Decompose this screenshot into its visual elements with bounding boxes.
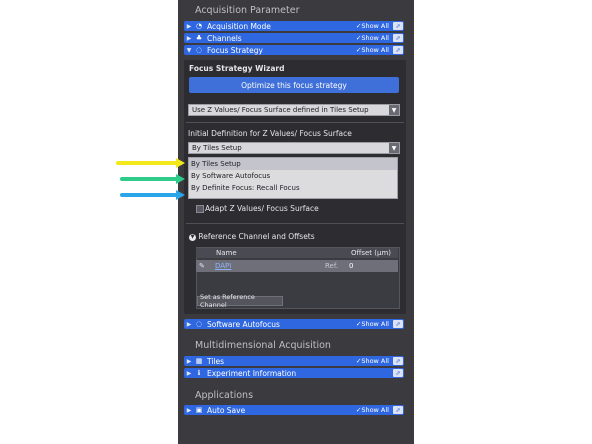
focus-strategy-select[interactable]: Use Z Values/ Focus Surface defined in T… [188,104,400,116]
reference-channel-header[interactable]: ▼ Reference Channel and Offsets [189,232,315,241]
external-window-icon[interactable]: ⇗ [393,406,403,414]
yellow-arrow-head [176,158,185,168]
chevron-down-icon: ▼ [186,46,192,54]
show-all-toggle[interactable]: ✓Show All [356,34,393,42]
channels-label: Channels [207,33,242,43]
optimize-focus-strategy-button[interactable]: Optimize this focus strategy [189,77,399,93]
blue-arrow [120,193,178,197]
initial-definition-label: Initial Definition for Z Values/ Focus S… [188,129,352,138]
option-by-software-autofocus[interactable]: By Software Autofocus [189,170,397,182]
acquisition-mode-bar[interactable]: ▶ ◔ Acquisition Mode ✓Show All ⇗ [184,21,404,31]
auto-save-bar[interactable]: ▶ ▣ Auto Save ✓Show All ⇗ [184,405,404,415]
option-by-tiles-setup[interactable]: By Tiles Setup [189,158,397,170]
dropdown-arrow-icon: ▼ [389,143,399,153]
yellow-arrow [116,161,178,165]
green-arrow [120,177,178,181]
autofocus-icon: ◌ [195,320,203,328]
collapse-circle-icon: ▼ [189,233,196,241]
initial-definition-select-value: By Tiles Setup [192,144,242,152]
chevron-right-icon: ▶ [186,406,192,414]
experiment-information-bar[interactable]: ▶ ℹ Experiment Information ⇗ [184,368,404,378]
initial-definition-select[interactable]: By Tiles Setup ▼ [188,142,400,154]
focus-icon: ◌ [195,46,203,54]
chevron-right-icon: ▶ [186,320,192,328]
option-by-definite-focus[interactable]: By Definite Focus: Recall Focus [189,182,397,194]
info-icon: ℹ [197,369,201,377]
reference-channel-title: Reference Channel and Offsets [198,232,315,241]
adapt-z-values-label: Adapt Z Values/ Focus Surface [205,204,319,213]
show-all-toggle[interactable]: ✓Show All [356,46,393,54]
chevron-right-icon: ▶ [186,34,192,42]
focus-strategy-wizard-label: Focus Strategy Wizard [189,64,285,73]
focus-strategy-label: Focus Strategy [207,45,263,55]
chevron-right-icon: ▶ [186,369,192,377]
chevron-right-icon: ▶ [186,22,192,30]
show-all-toggle[interactable]: ✓Show All [356,357,393,365]
applications-title: Applications [195,390,254,401]
external-window-icon[interactable]: ⇗ [393,34,403,42]
tiles-bar[interactable]: ▶ ▦ Tiles ✓Show All ⇗ [184,356,404,366]
camera-icon: ◔ [195,22,203,30]
channel-name-link[interactable]: DAPI [215,262,231,270]
acquisition-parameter-title: Acquisition Parameter [195,5,300,16]
tiles-grid-icon: ▦ [195,357,203,365]
software-autofocus-label: Software Autofocus [207,319,280,329]
dropdown-arrow-icon: ▼ [389,105,399,115]
external-window-icon[interactable]: ⇗ [393,320,403,328]
reference-marker: Ref. [325,262,339,270]
channels-icon: ♣ [195,34,203,42]
adapt-z-values-checkbox[interactable] [196,205,204,213]
channels-bar[interactable]: ▶ ♣ Channels ✓Show All ⇗ [184,33,404,43]
offset-value[interactable]: 0 [349,262,353,270]
column-header-name: Name [216,249,237,257]
initial-definition-options: By Tiles Setup By Software Autofocus By … [188,157,398,199]
green-arrow-head [176,174,185,184]
focus-strategy-select-value: Use Z Values/ Focus Surface defined in T… [192,106,369,114]
show-all-toggle[interactable]: ✓Show All [356,320,393,328]
focus-strategy-bar[interactable]: ▼ ◌ Focus Strategy ✓Show All ⇗ [184,45,404,55]
external-window-icon[interactable]: ⇗ [393,46,403,54]
separator [186,223,404,224]
show-all-toggle[interactable]: ✓Show All [356,22,393,30]
experiment-information-label: Experiment Information [207,368,297,378]
external-window-icon[interactable]: ⇗ [393,22,403,30]
multidimensional-acquisition-title: Multidimensional Acquisition [195,340,331,351]
blue-arrow-head [176,190,185,200]
acquisition-mode-label: Acquisition Mode [207,21,271,31]
separator [186,122,404,123]
set-reference-channel-button[interactable]: Set as Reference Channel [197,293,283,309]
show-all-toggle[interactable]: ✓Show All [356,406,393,414]
save-disk-icon: ▣ [195,406,203,414]
external-window-icon[interactable]: ⇗ [393,357,403,365]
tiles-label: Tiles [207,356,225,366]
edit-pencil-icon[interactable]: ✎ [199,262,205,270]
chevron-right-icon: ▶ [186,357,192,365]
auto-save-label: Auto Save [207,405,246,415]
software-autofocus-bar[interactable]: ▶ ◌ Software Autofocus ✓Show All ⇗ [184,319,404,329]
column-header-offset: Offset (µm) [351,249,391,257]
external-window-icon[interactable]: ⇗ [393,369,403,377]
